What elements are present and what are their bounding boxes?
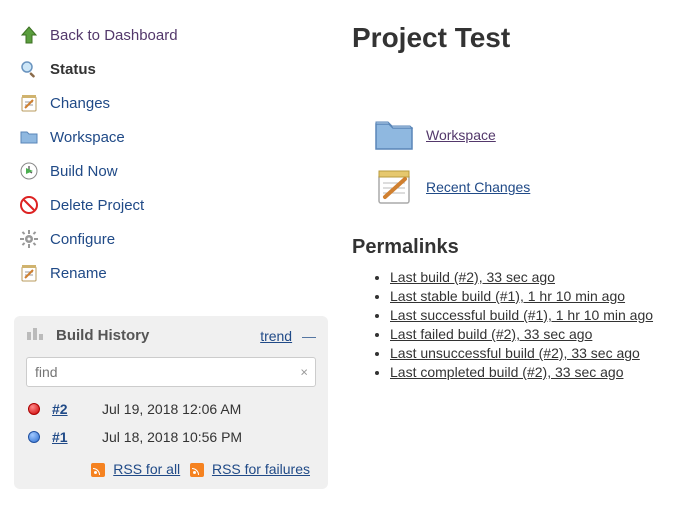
nav-back-to-dashboard[interactable]: Back to Dashboard — [14, 18, 328, 52]
permalinks-heading: Permalinks — [352, 236, 680, 259]
trend-link[interactable]: trend — [260, 328, 292, 344]
page-title: Project Test — [352, 22, 680, 54]
workspace-link[interactable]: Workspace — [426, 127, 496, 143]
nav-delete-project[interactable]: Delete Project — [14, 188, 328, 222]
list-item: Last failed build (#2), 33 sec ago — [390, 326, 680, 342]
history-icon — [26, 326, 46, 345]
recent-changes-link[interactable]: Recent Changes — [426, 179, 530, 195]
list-item: Last stable build (#1), 1 hr 10 min ago — [390, 288, 680, 304]
build-row[interactable]: #2 Jul 19, 2018 12:06 AM — [14, 395, 328, 423]
permalink[interactable]: Last stable build (#1), 1 hr 10 min ago — [390, 288, 625, 304]
nav-label: Back to Dashboard — [50, 27, 178, 44]
recent-changes-row: Recent Changes — [372, 166, 680, 208]
rss-icon — [190, 463, 204, 477]
nav-label: Changes — [50, 95, 110, 112]
rss-failures-link[interactable]: RSS for failures — [212, 461, 310, 477]
nav-status[interactable]: Status — [14, 52, 328, 86]
main-content: Project Test Workspace Recent Changes Pe… — [340, 0, 692, 501]
status-ball-blue-icon — [28, 431, 40, 443]
rss-links-row: RSS for all RSS for failures — [14, 451, 328, 489]
nav-label: Rename — [50, 265, 107, 282]
permalink[interactable]: Last build (#2), 33 sec ago — [390, 269, 555, 285]
workspace-row: Workspace — [372, 114, 680, 156]
gear-icon — [18, 228, 40, 250]
nav-workspace[interactable]: Workspace — [14, 120, 328, 154]
folder-icon — [18, 126, 40, 148]
folder-icon — [372, 114, 416, 156]
search-icon — [18, 58, 40, 80]
build-history-header: Build History trend — — [14, 316, 328, 353]
up-arrow-icon — [18, 24, 40, 46]
nav-label: Workspace — [50, 129, 125, 146]
nav-rename[interactable]: Rename — [14, 256, 328, 290]
permalink[interactable]: Last failed build (#2), 33 sec ago — [390, 326, 592, 342]
build-history-panel: Build History trend — × #2 Jul 19, 2018 … — [14, 316, 328, 489]
status-ball-red-icon — [28, 403, 40, 415]
list-item: Last successful build (#1), 1 hr 10 min … — [390, 307, 680, 323]
nav-label: Configure — [50, 231, 115, 248]
clear-search-icon[interactable]: × — [300, 365, 308, 380]
nav-label: Build Now — [50, 163, 118, 180]
build-number-link[interactable]: #1 — [52, 429, 102, 445]
permalink[interactable]: Last completed build (#2), 33 sec ago — [390, 364, 623, 380]
list-item: Last build (#2), 33 sec ago — [390, 269, 680, 285]
list-item: Last completed build (#2), 33 sec ago — [390, 364, 680, 380]
delete-icon — [18, 194, 40, 216]
rss-icon — [91, 463, 105, 477]
notepad-icon — [18, 92, 40, 114]
notepad-pencil-icon — [372, 166, 416, 208]
build-number-link[interactable]: #2 — [52, 401, 102, 417]
collapse-icon[interactable]: — — [302, 328, 316, 344]
permalink[interactable]: Last successful build (#1), 1 hr 10 min … — [390, 307, 653, 323]
build-date: Jul 19, 2018 12:06 AM — [102, 401, 241, 417]
clock-play-icon — [18, 160, 40, 182]
permalink[interactable]: Last unsuccessful build (#2), 33 sec ago — [390, 345, 640, 361]
sidebar: Back to Dashboard Status Changes Workspa… — [0, 0, 340, 501]
nav-label: Delete Project — [50, 197, 144, 214]
permalinks-list: Last build (#2), 33 sec ago Last stable … — [352, 269, 680, 380]
notepad-icon — [18, 262, 40, 284]
build-search-input[interactable] — [26, 357, 316, 387]
list-item: Last unsuccessful build (#2), 33 sec ago — [390, 345, 680, 361]
nav-build-now[interactable]: Build Now — [14, 154, 328, 188]
nav-changes[interactable]: Changes — [14, 86, 328, 120]
build-date: Jul 18, 2018 10:56 PM — [102, 429, 242, 445]
build-history-title: Build History — [56, 327, 149, 344]
nav-configure[interactable]: Configure — [14, 222, 328, 256]
rss-all-link[interactable]: RSS for all — [113, 461, 180, 477]
build-row[interactable]: #1 Jul 18, 2018 10:56 PM — [14, 423, 328, 451]
nav-label: Status — [50, 61, 96, 78]
